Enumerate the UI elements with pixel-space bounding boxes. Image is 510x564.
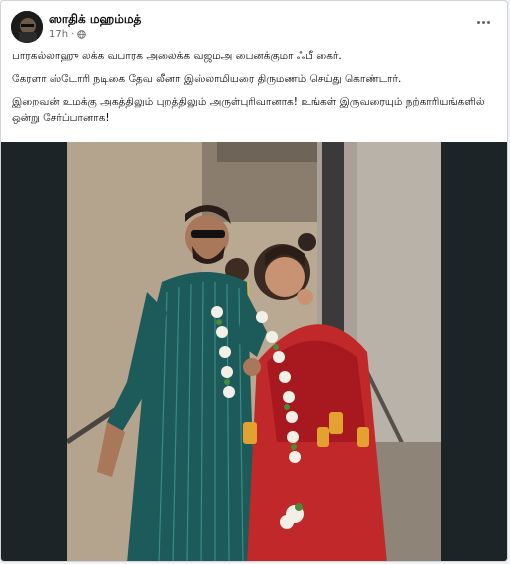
post-photo-container[interactable] — [1, 142, 507, 561]
post-line-2: கேரளா ஸ்டோரி நடிகை தேவ லீனா இஸ்லாமியரை த… — [12, 73, 402, 85]
globe-icon — [77, 30, 86, 39]
author-name[interactable]: ஸாதிக் மஹம்மத் — [49, 12, 141, 28]
post-card: ஸாதிக் மஹம்மத் 17h · பாரகல்லாஹு லக்க வபா… — [0, 0, 508, 562]
more-options-icon[interactable] — [473, 14, 493, 30]
post-line-3: இறைவன் உமக்கு அகத்திலும் புறத்திலும் அரு… — [12, 96, 485, 124]
avatar-image — [11, 11, 43, 43]
author-avatar[interactable] — [11, 11, 43, 43]
post-text: பாரகல்லாஹு லக்க வபாரக அலைக்க வஜமஅ பைனக்க… — [12, 48, 497, 133]
wedding-photo[interactable] — [67, 142, 441, 561]
post-line-1: பாரகல்லாஹு லக்க வபாரக அலைக்க வஜமஅ பைனக்க… — [12, 50, 342, 62]
post-time[interactable]: 17h — [49, 29, 68, 40]
post-meta: 17h · — [49, 29, 86, 40]
wedding-photo-image — [67, 142, 441, 561]
post-header: ஸாதிக் மஹம்மத் 17h · — [9, 10, 499, 44]
